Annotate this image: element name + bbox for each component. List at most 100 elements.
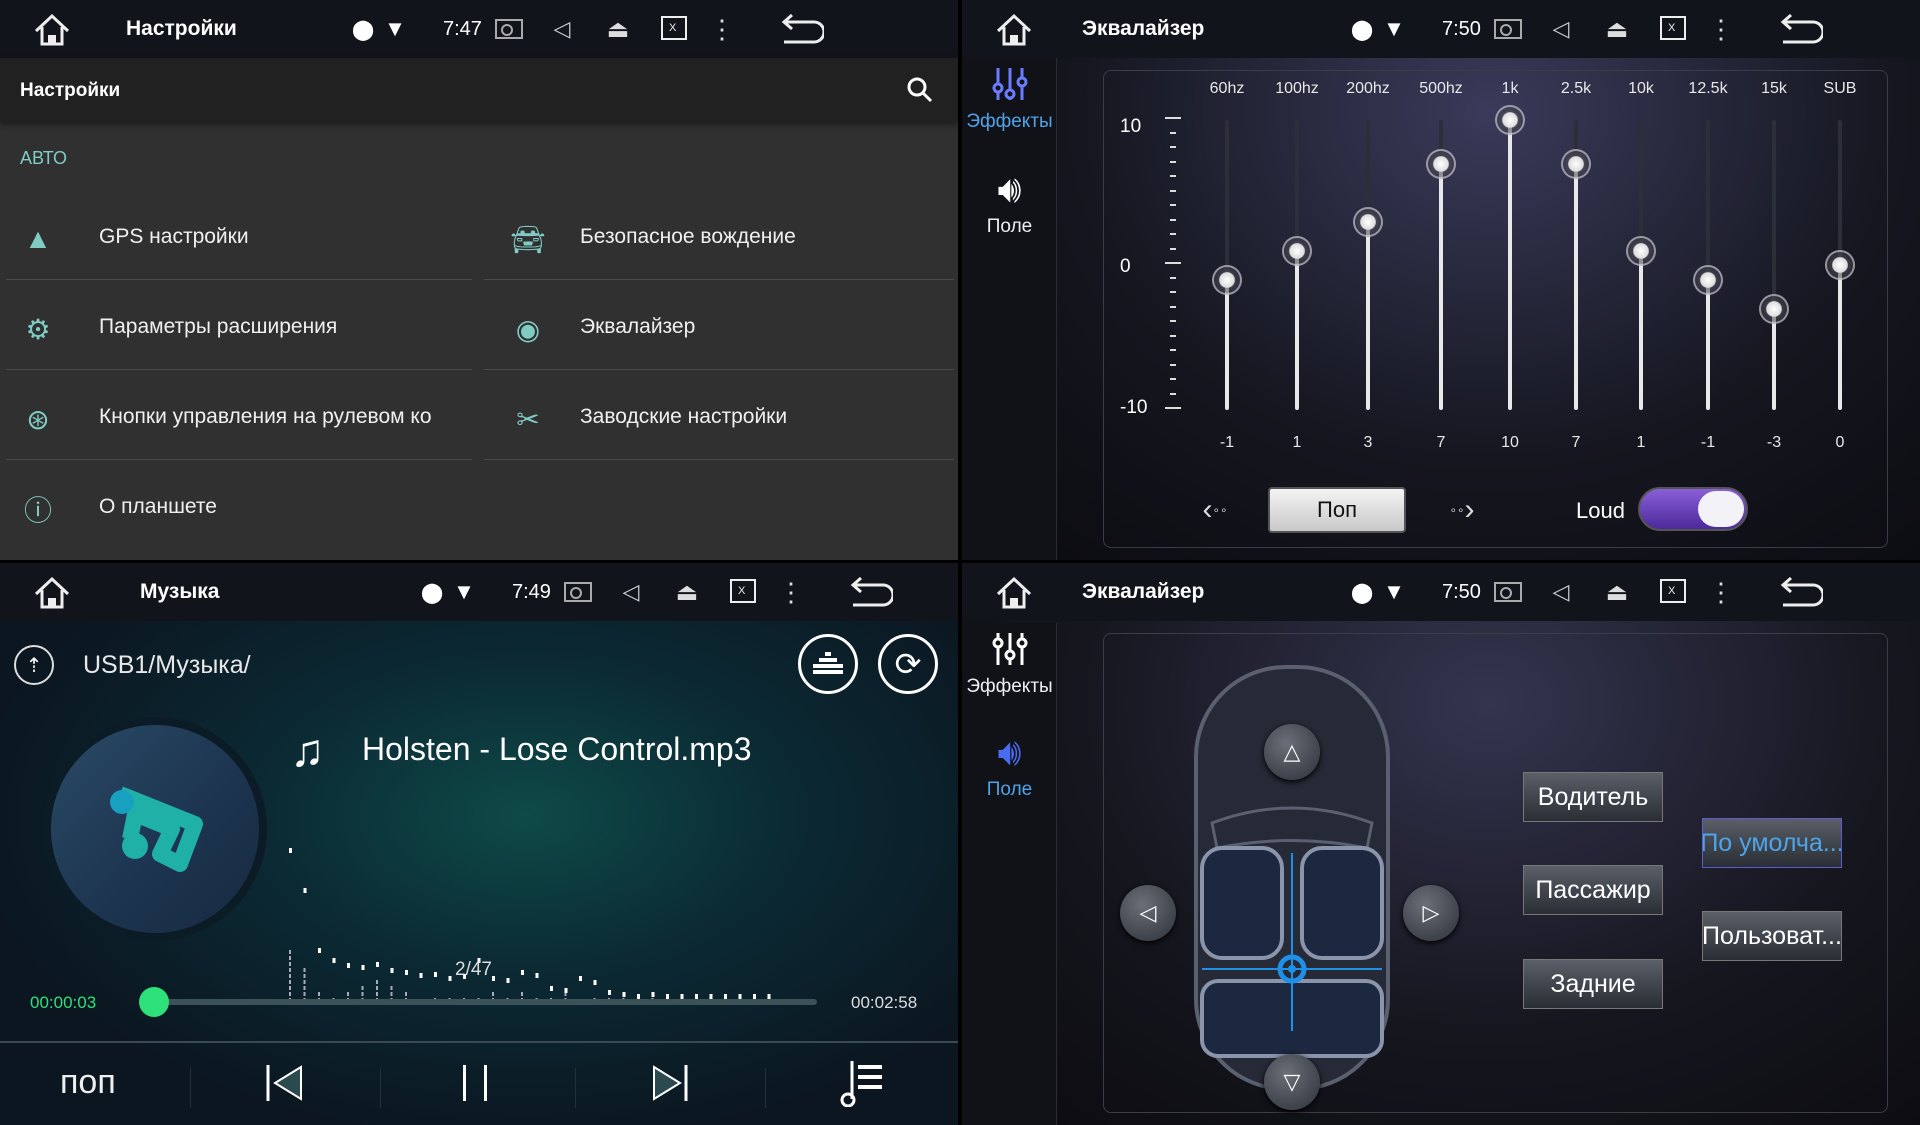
location-icon: ⬤: [351, 18, 375, 41]
move-right-button[interactable]: ▷: [1403, 885, 1459, 941]
passenger-button[interactable]: Пассажир: [1523, 865, 1663, 915]
settings-item[interactable]: ⚙ Параметры расширения: [0, 287, 472, 371]
home-button[interactable]: [990, 573, 1038, 613]
volume-button[interactable]: ◁: [1547, 579, 1575, 605]
spectrum-peak: [303, 888, 307, 893]
move-down-button[interactable]: ▽: [1264, 1054, 1320, 1110]
band-slider-knob[interactable]: [1626, 235, 1656, 266]
scale-tick: [1170, 276, 1176, 279]
back-button[interactable]: [1776, 575, 1826, 609]
settings-item[interactable]: ▲ GPS настройки: [0, 197, 472, 281]
settings-item[interactable]: ◉ Эквалайзер: [482, 287, 958, 371]
spectrum-peak: [579, 976, 582, 981]
tab-field[interactable]: 🔊︎ Поле: [962, 733, 1057, 813]
previous-track-button[interactable]: [250, 1058, 320, 1108]
more-menu-icon[interactable]: ⋮: [778, 577, 804, 607]
equalizer-button[interactable]: [798, 634, 858, 694]
home-button[interactable]: [28, 10, 76, 50]
loud-toggle-thumb: [1698, 491, 1744, 527]
band-slider-knob[interactable]: [1353, 206, 1383, 237]
playlist-button[interactable]: [828, 1055, 898, 1111]
user-button[interactable]: Пользоват...: [1702, 911, 1842, 961]
spectrum-bar-segment: [303, 992, 306, 996]
screen-off-button[interactable]: X: [1658, 14, 1688, 44]
scale-mid: 0: [1120, 256, 1131, 277]
screenshot-button[interactable]: [1492, 579, 1524, 605]
move-up-button[interactable]: △: [1264, 724, 1320, 780]
loud-toggle[interactable]: [1638, 487, 1748, 531]
move-left-button[interactable]: ◁: [1120, 885, 1176, 941]
wifi-icon: ▼: [1383, 579, 1405, 604]
search-icon[interactable]: [900, 72, 940, 108]
volume-button[interactable]: ◁: [617, 579, 645, 605]
spectrum-peak: [419, 973, 423, 978]
settings-item[interactable]: 🚘︎ Безопасное вождение: [482, 197, 958, 281]
band-slider-knob[interactable]: [1561, 148, 1591, 179]
scale-tick: [1170, 146, 1176, 148]
preset-button[interactable]: Поп: [1268, 487, 1406, 533]
eject-button[interactable]: ⏏: [603, 14, 633, 44]
status-bar: Эквалайзер ⬤ ▼ 7:50 ◁ ⏏ X ⋮: [962, 0, 1920, 58]
passenger-label: Пассажир: [1535, 875, 1651, 904]
band-slider-knob[interactable]: [1759, 293, 1789, 324]
default-button[interactable]: По умолча...: [1702, 818, 1842, 868]
progress-slider[interactable]: [139, 987, 817, 1017]
rear-button[interactable]: Задние: [1523, 959, 1663, 1009]
prev-preset-button[interactable]: ‹ ∘∘: [1190, 488, 1240, 532]
eject-button[interactable]: ⏏: [672, 577, 702, 607]
scale-tick: [1170, 320, 1176, 322]
band-slider-knob[interactable]: [1282, 235, 1312, 266]
eq-mode-button[interactable]: поп: [60, 1063, 116, 1102]
settings-item[interactable]: ⓘ О планшете: [0, 467, 472, 551]
folder-path[interactable]: USB1/Музыка/: [83, 651, 251, 680]
back-button[interactable]: [846, 575, 896, 609]
wifi-icon: ▼: [1383, 16, 1405, 41]
tab-field[interactable]: 🔊︎ Поле: [962, 170, 1057, 250]
band-label: SUB: [1823, 80, 1857, 97]
more-menu-icon[interactable]: ⋮: [1708, 14, 1734, 44]
settings-item[interactable]: ⊛ Кнопки управления на рулевом ко: [0, 377, 472, 461]
screenshot-button[interactable]: [562, 579, 594, 605]
screenshot-button[interactable]: [493, 16, 525, 42]
spectrum-peak: [361, 965, 365, 970]
back-button[interactable]: [1776, 12, 1826, 46]
home-button[interactable]: [28, 573, 76, 613]
band-slider-fill: [1225, 279, 1229, 410]
spectrum-peak: [332, 958, 336, 963]
band-slider-knob[interactable]: [1825, 250, 1855, 280]
band-slider-knob[interactable]: [1495, 105, 1525, 135]
spectrum-bar-segment: [303, 968, 306, 972]
scale-tick: [1170, 305, 1176, 308]
home-button[interactable]: [990, 10, 1038, 50]
scale-tick: [1170, 363, 1176, 366]
more-menu-icon[interactable]: ⋮: [709, 14, 735, 44]
pause-button[interactable]: [440, 1058, 510, 1108]
band-slider-knob[interactable]: [1693, 264, 1723, 295]
volume-button[interactable]: ◁: [548, 16, 576, 42]
screenshot-button[interactable]: [1492, 16, 1524, 42]
eject-button[interactable]: ⏏: [1602, 14, 1632, 44]
spectrum-bar-segment: [289, 986, 291, 990]
repeat-button[interactable]: ⟳: [878, 634, 938, 694]
spectrum-peak: [318, 948, 321, 953]
tab-effects[interactable]: Эффекты: [962, 631, 1057, 711]
band-slider-knob[interactable]: [1212, 264, 1242, 295]
back-button[interactable]: [777, 12, 827, 46]
progress-thumb[interactable]: [139, 987, 170, 1017]
next-track-button[interactable]: [635, 1058, 705, 1108]
screen-off-button[interactable]: X: [1658, 577, 1688, 607]
next-preset-button[interactable]: ∘∘ ›: [1437, 488, 1487, 532]
screen-off-button[interactable]: X: [728, 577, 758, 607]
driver-button[interactable]: Водитель: [1523, 772, 1663, 822]
screen-off-button[interactable]: X: [659, 14, 689, 44]
tab-effects[interactable]: Эффекты: [962, 66, 1057, 146]
eject-button[interactable]: ⏏: [1602, 577, 1632, 607]
location-icon: ⬤: [1350, 581, 1374, 604]
band-slider-knob[interactable]: [1426, 148, 1456, 179]
settings-item[interactable]: ✂ Заводские настройки: [482, 377, 958, 461]
volume-button[interactable]: ◁: [1547, 16, 1575, 42]
spectrum-visualizer: [289, 848, 771, 1002]
band-label: 12.5k: [1688, 80, 1728, 97]
spectrum-peak: [651, 992, 655, 997]
more-menu-icon[interactable]: ⋮: [1708, 577, 1734, 607]
